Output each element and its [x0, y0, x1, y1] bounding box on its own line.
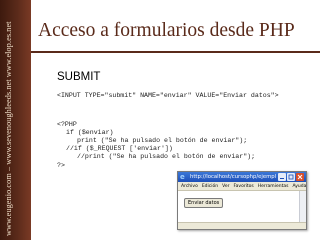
browser-title: http://localhost/cursophp/ejemplos/eleme…: [190, 174, 276, 180]
menu-item-herramientas[interactable]: Herramientas: [258, 184, 289, 189]
code-comment-if: //if ($_REQUEST ['enviar']): [66, 145, 173, 152]
section-heading: SUBMIT: [57, 71, 101, 83]
code-if-line: if ($enviar): [66, 129, 114, 136]
side-band: www.eugenio.com – www.sevenoughleeds.net…: [0, 0, 31, 240]
minimize-icon: [280, 178, 284, 179]
window-controls: [278, 173, 304, 181]
menu-item-ayuda[interactable]: Ayuda: [292, 184, 306, 189]
send-data-button[interactable]: Enviar datos: [184, 198, 224, 208]
code-comment-print: //print ("Se ha pulsado el botón de envi…: [77, 153, 256, 160]
close-icon: [297, 174, 303, 180]
browser-window: e http://localhost/cursophp/ejemplos/ele…: [177, 171, 307, 230]
code-print-line: print ("Se ha pulsado el botón de enviar…: [77, 137, 248, 144]
maximize-icon: [288, 174, 294, 180]
slide-title: Acceso a formularios desde PHP: [38, 20, 295, 41]
browser-title-bar: e http://localhost/cursophp/ejemplos/ele…: [178, 172, 306, 182]
browser-menu-bar: Archivo Edición Ver Favoritos Herramient…: [178, 182, 306, 191]
code-php-open: <?PHP: [57, 121, 77, 128]
close-button[interactable]: [296, 173, 304, 181]
maximize-button[interactable]: [287, 173, 295, 181]
browser-status-bar: [178, 222, 306, 229]
side-url-text: www.eugenio.com – www.sevenoughleeds.net…: [4, 21, 13, 236]
minimize-button[interactable]: [278, 173, 286, 181]
menu-item-archivo[interactable]: Archivo: [181, 184, 198, 189]
browser-icon: e: [180, 173, 185, 181]
code-input-line: <INPUT TYPE="submit" NAME="enviar" VALUE…: [57, 92, 279, 99]
title-divider: [31, 51, 320, 53]
code-php-close: ?>: [57, 162, 65, 169]
menu-item-ver[interactable]: Ver: [222, 184, 229, 189]
menu-item-favoritos[interactable]: Favoritos: [233, 184, 253, 189]
menu-item-edicion[interactable]: Edición: [202, 184, 218, 189]
